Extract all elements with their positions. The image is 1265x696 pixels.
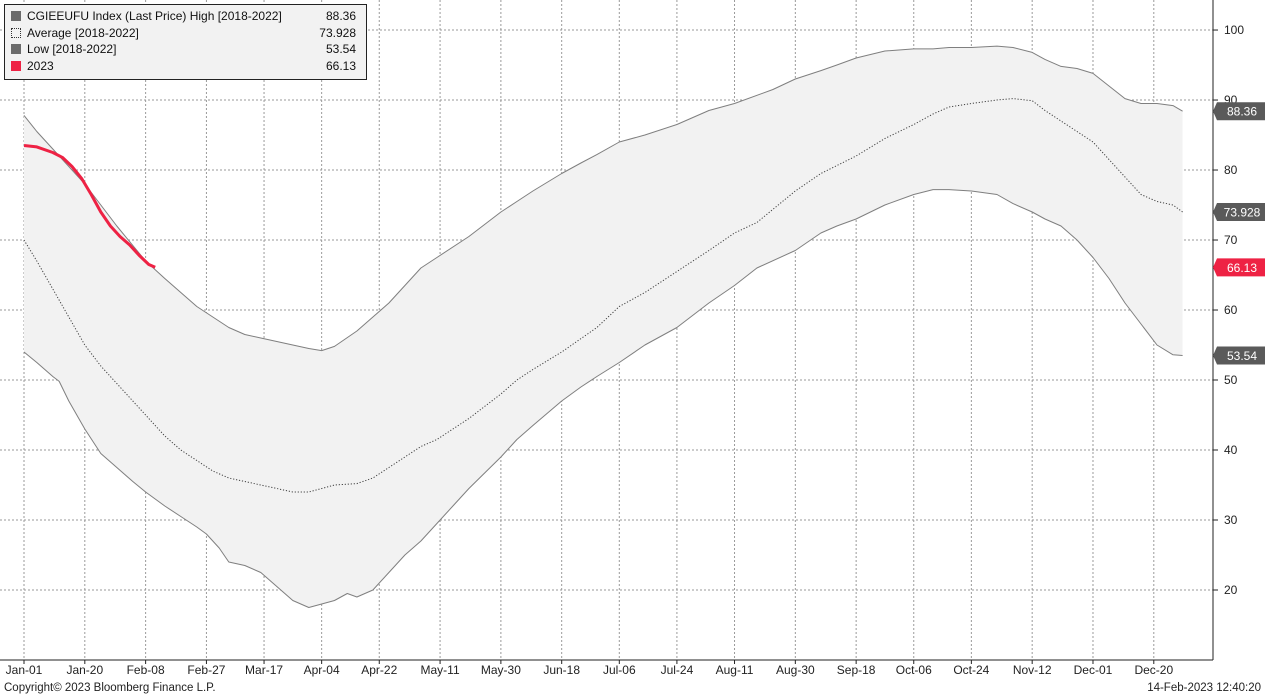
x-axis-ticks: Jan-01 Jan-20 Feb-08 Feb-27 Mar-17 Apr-04 Apr-…	[6, 660, 1173, 677]
legend-value: 53.54	[325, 42, 356, 56]
value-label-text: 66.13	[1227, 261, 1257, 275]
legend-value: 66.13	[325, 58, 356, 73]
x-tick-label: Aug-11	[716, 663, 754, 677]
x-tick-label: Feb-27	[187, 663, 225, 677]
legend-label: 2023	[27, 58, 54, 73]
legend-label: CGIEEUFU Index (Last Price) High [2018-2…	[27, 9, 282, 23]
legend-value: 88.36	[325, 9, 356, 23]
last-value-label-2023: 66.13	[1213, 258, 1265, 277]
y-tick-label: 40	[1224, 443, 1238, 457]
x-tick-label: Jul-24	[661, 663, 694, 677]
y-tick-label: 60	[1224, 303, 1238, 317]
last-value-label-low: 53.54	[1213, 346, 1265, 365]
x-tick-label: Jul-06	[603, 663, 636, 677]
x-tick-label: Feb-08	[127, 663, 165, 677]
high-low-band	[24, 46, 1183, 608]
legend-item-2023: 2023 66.13	[11, 58, 360, 75]
last-value-labels: 88.36 73.928 66.13 53.54	[1213, 102, 1265, 365]
legend: CGIEEUFU Index (Last Price) High [2018-2…	[4, 4, 367, 80]
legend-swatch-average	[11, 27, 21, 38]
timestamp-text: 14-Feb-2023 12:40:20	[1147, 682, 1261, 694]
legend-swatch-2023	[11, 60, 21, 71]
x-tick-label: Oct-24	[953, 663, 989, 677]
value-label-text: 73.928	[1224, 206, 1261, 220]
x-tick-label: Jan-20	[66, 663, 103, 677]
x-tick-label: Nov-12	[1013, 663, 1052, 677]
y-tick-label: 70	[1224, 233, 1238, 247]
seasonal-line-chart: 2030405060708090100 Jan-01 Jan-20 Feb-08 Fe…	[0, 0, 1265, 677]
x-tick-label: Sep-18	[837, 663, 876, 677]
legend-item-average: Average [2018-2022] 73.928	[11, 25, 360, 42]
y-tick-label: 80	[1224, 163, 1238, 177]
value-label-text: 53.54	[1227, 349, 1257, 363]
x-tick-label: Mar-17	[245, 663, 283, 677]
x-tick-label: Apr-04	[304, 663, 340, 677]
x-tick-label: Oct-06	[896, 663, 932, 677]
legend-value: 73.928	[319, 25, 356, 40]
copyright-text: Copyright© 2023 Bloomberg Finance L.P.	[4, 682, 216, 694]
x-tick-label: Jan-01	[6, 663, 43, 677]
last-value-label-high: 88.36	[1213, 102, 1265, 121]
last-value-label-average: 73.928	[1213, 203, 1265, 222]
legend-label: Average [2018-2022]	[27, 25, 139, 40]
x-tick-label: Aug-30	[776, 663, 815, 677]
y-tick-label: 20	[1224, 583, 1238, 597]
legend-label: Low [2018-2022]	[27, 42, 117, 56]
legend-item-high: CGIEEUFU Index (Last Price) High [2018-2…	[11, 8, 360, 25]
y-tick-label: 50	[1224, 373, 1238, 387]
x-tick-label: Jun-18	[543, 663, 580, 677]
value-label-text: 88.36	[1227, 105, 1257, 119]
x-tick-label: Apr-22	[361, 663, 397, 677]
x-tick-label: Dec-01	[1074, 663, 1113, 677]
y-tick-label: 30	[1224, 513, 1238, 527]
y-tick-label: 100	[1224, 23, 1244, 37]
legend-swatch-high	[11, 11, 21, 21]
x-tick-label: Dec-20	[1134, 663, 1173, 677]
x-tick-label: May-11	[421, 663, 460, 677]
legend-item-low: Low [2018-2022] 53.54	[11, 41, 360, 58]
x-tick-label: May-30	[481, 663, 521, 677]
legend-swatch-low	[11, 44, 21, 54]
